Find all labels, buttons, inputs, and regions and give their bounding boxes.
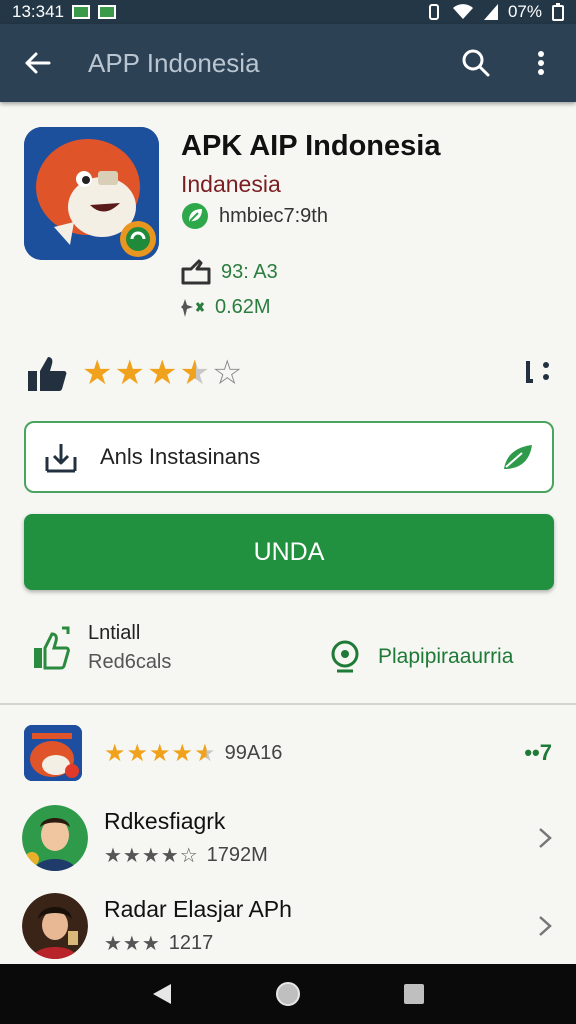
- verified-text: hmbiec7:9th: [219, 204, 328, 227]
- info-left-subtitle: Red6cals: [88, 651, 172, 673]
- star-rating: ★★★: [104, 933, 161, 955]
- chevron-right-icon: [539, 828, 552, 848]
- list-item-rating-text: 1217: [168, 932, 214, 954]
- list-item[interactable]: Rdkesfiagrk ★★★★☆ 1792M: [0, 800, 576, 876]
- download-icon: [45, 444, 77, 473]
- sparkle-icon: [181, 298, 205, 317]
- nav-home-icon[interactable]: [275, 981, 301, 1007]
- size-row: 0.62M: [181, 296, 271, 319]
- downloads-text: 93: A3: [221, 260, 278, 283]
- downloads-row: 93: A3: [181, 259, 278, 285]
- app-icon: [24, 127, 159, 260]
- app-bar-title: APP Indonesia: [88, 47, 260, 78]
- thumbs-up-icon[interactable]: [26, 353, 68, 393]
- nav-back-icon[interactable]: [151, 982, 173, 1006]
- list-item-thumbnail: [24, 725, 82, 781]
- list-item[interactable]: ★★★★★ 99A16 ••7: [0, 722, 576, 784]
- star-half-icon: ★: [179, 354, 210, 392]
- star-outline-icon: ☆: [211, 354, 243, 392]
- star-icon: ★: [114, 354, 145, 392]
- list-item-rating-text: 99A16: [224, 741, 283, 764]
- list-item-rating-text: 1792M: [206, 844, 268, 866]
- chevron-right-icon: [539, 916, 552, 936]
- primary-action-button[interactable]: UNDA: [24, 514, 554, 590]
- star-rating: ★★★★☆: [104, 845, 199, 867]
- list-item-right-text: ••7: [524, 740, 552, 765]
- size-text: 0.62M: [215, 296, 271, 318]
- app-bar: APP Indonesia: [0, 24, 576, 102]
- verified-leaf-icon: [182, 203, 208, 229]
- info-left[interactable]: Lntiall Red6cals: [32, 622, 171, 674]
- search-icon: [462, 49, 490, 77]
- info-right[interactable]: Plapipiraaurria: [328, 640, 513, 674]
- avatar: [22, 805, 88, 871]
- rating-row: ★ ★ ★ ★ ☆: [26, 350, 552, 396]
- notification-icon-2: [98, 5, 116, 19]
- install-card[interactable]: Anls Instasinans: [24, 421, 554, 493]
- star-icon: ★: [146, 354, 178, 392]
- back-button[interactable]: [0, 24, 74, 102]
- wifi-icon: [452, 4, 474, 20]
- status-time: 13:341: [12, 2, 64, 21]
- developer-name[interactable]: Indanesia: [181, 171, 281, 198]
- info-left-title: Lntiall: [88, 622, 141, 644]
- star-rating: ★ ★ ★ ★ ☆: [82, 356, 242, 390]
- share-icon: [526, 360, 549, 383]
- search-button[interactable]: [446, 24, 506, 102]
- section-divider: [0, 703, 576, 705]
- arrow-left-icon: [25, 52, 51, 74]
- battery-icon: [552, 3, 564, 21]
- list-item-title: Rdkesfiagrk: [104, 808, 226, 834]
- location-pin-icon: [331, 640, 359, 673]
- signal-icon: [483, 4, 498, 20]
- verified-row: hmbiec7:9th: [181, 202, 328, 230]
- more-vert-icon: [538, 51, 544, 75]
- leaf-icon: [504, 445, 532, 469]
- avatar: [22, 893, 88, 959]
- star-rating: ★★★★★: [104, 739, 217, 767]
- battery-percent: 07%: [507, 2, 542, 21]
- nav-recents-icon[interactable]: [403, 983, 425, 1005]
- thumbs-up-arrow-icon: [34, 626, 70, 670]
- app-name: APK AIP Indonesia: [181, 130, 441, 162]
- info-right-label: Plapipiraaurria: [378, 645, 514, 668]
- star-icon: ★: [82, 354, 113, 392]
- system-nav-bar: [0, 964, 576, 1024]
- more-options-button[interactable]: [506, 24, 576, 102]
- status-bar: 13:341 07%: [0, 0, 576, 24]
- notification-icon: [72, 5, 90, 19]
- install-card-label: Anls Instasinans: [100, 444, 261, 469]
- vibrate-icon: [426, 4, 442, 20]
- list-item-title: Radar Elasjar APh: [104, 896, 292, 922]
- share-button[interactable]: [524, 357, 552, 390]
- list-item[interactable]: Radar Elasjar APh ★★★ 1217: [0, 890, 576, 962]
- download-box-icon: [181, 259, 211, 285]
